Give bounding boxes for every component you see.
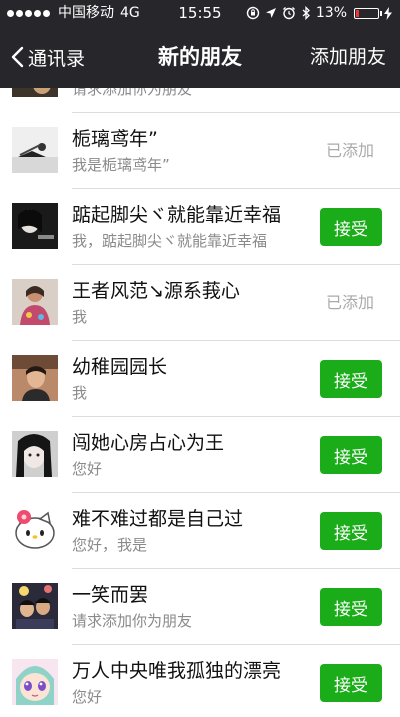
avatar — [12, 659, 58, 705]
friend-request-row[interactable]: 万人中央唯我孤独的漂亮 您好 接受 — [0, 645, 400, 717]
status-bar-right: 13% — [246, 0, 392, 26]
request-message: 我 — [72, 384, 88, 402]
avatar — [12, 127, 58, 173]
accept-button[interactable]: 接受 — [320, 436, 382, 474]
added-status-label: 已添加 — [325, 293, 374, 312]
friend-request-row[interactable]: 踮起脚尖ヾ就能靠近幸福 我，踮起脚尖ヾ就能靠近幸福 接受 — [0, 189, 400, 265]
friend-name: 一笑而罢 — [72, 584, 149, 606]
accept-button[interactable]: 接受 — [320, 588, 382, 626]
rotation-lock-icon — [246, 6, 260, 20]
alarm-clock-icon — [282, 7, 295, 20]
request-message: 请求添加你为朋友 — [72, 88, 193, 98]
accept-button[interactable]: 接受 — [320, 208, 382, 246]
friend-name: 幼稚园园长 — [72, 356, 168, 378]
charging-bolt-icon — [384, 6, 392, 20]
battery-icon — [354, 7, 382, 19]
friend-request-row[interactable]: 一笑而罢 请求添加你为朋友 接受 — [0, 569, 400, 645]
bluetooth-icon — [302, 6, 310, 20]
status-bar: 中国移动 4G 15:55 13% — [0, 0, 400, 26]
request-message: 您好 — [72, 688, 103, 706]
friend-request-row[interactable]: 栀璃鸢年” 我是栀璃鸢年” 已添加 — [0, 113, 400, 189]
friend-request-list[interactable]: 请求添加你为朋友 栀璃鸢年” 我是栀璃鸢年” 已添加 踮起脚尖ヾ就能靠近幸福 我… — [0, 88, 400, 717]
avatar — [12, 583, 58, 629]
friend-request-row[interactable]: 幼稚园园长 我 接受 — [0, 341, 400, 417]
request-message: 您好 — [72, 460, 103, 478]
battery-percent: 13% — [315, 5, 347, 21]
friend-name: 难不难过都是自己过 — [72, 508, 244, 530]
navigation-bar: 通讯录 新的朋友 添加朋友 — [0, 26, 400, 88]
request-message: 您好，我是 — [72, 536, 148, 554]
request-message: 我是栀璃鸢年” — [72, 156, 170, 174]
friend-request-row[interactable]: 闯她心房占心为王 您好 接受 — [0, 417, 400, 493]
add-friend-button[interactable]: 添加朋友 — [310, 26, 386, 88]
friend-request-row[interactable]: 王者风范↘源系莪心 我 已添加 — [0, 265, 400, 341]
friend-request-row[interactable]: 难不难过都是自己过 您好，我是 接受 — [0, 493, 400, 569]
accept-button[interactable]: 接受 — [320, 664, 382, 702]
avatar — [12, 88, 58, 97]
friend-request-row[interactable]: 请求添加你为朋友 — [0, 88, 400, 113]
avatar — [12, 431, 58, 477]
request-message: 我 — [72, 308, 88, 326]
avatar — [12, 203, 58, 249]
request-message: 请求添加你为朋友 — [72, 612, 193, 630]
friend-name: 栀璃鸢年” — [72, 128, 158, 150]
battery-level-fill — [356, 9, 359, 17]
avatar — [12, 507, 58, 553]
friend-name: 王者风范↘源系莪心 — [72, 280, 240, 302]
avatar — [12, 279, 58, 325]
added-status-label: 已添加 — [325, 141, 374, 160]
accept-button[interactable]: 接受 — [320, 512, 382, 550]
avatar — [12, 355, 58, 401]
friend-name: 万人中央唯我孤独的漂亮 — [72, 660, 282, 682]
location-arrow-icon — [265, 8, 276, 18]
request-message: 我，踮起脚尖ヾ就能靠近幸福 — [72, 232, 268, 250]
friend-name: 踮起脚尖ヾ就能靠近幸福 — [72, 204, 282, 226]
accept-button[interactable]: 接受 — [320, 360, 382, 398]
top-bar: 中国移动 4G 15:55 13% 通讯录 新的朋友 添加朋友 — [0, 0, 400, 88]
friend-name: 闯她心房占心为王 — [72, 432, 225, 454]
